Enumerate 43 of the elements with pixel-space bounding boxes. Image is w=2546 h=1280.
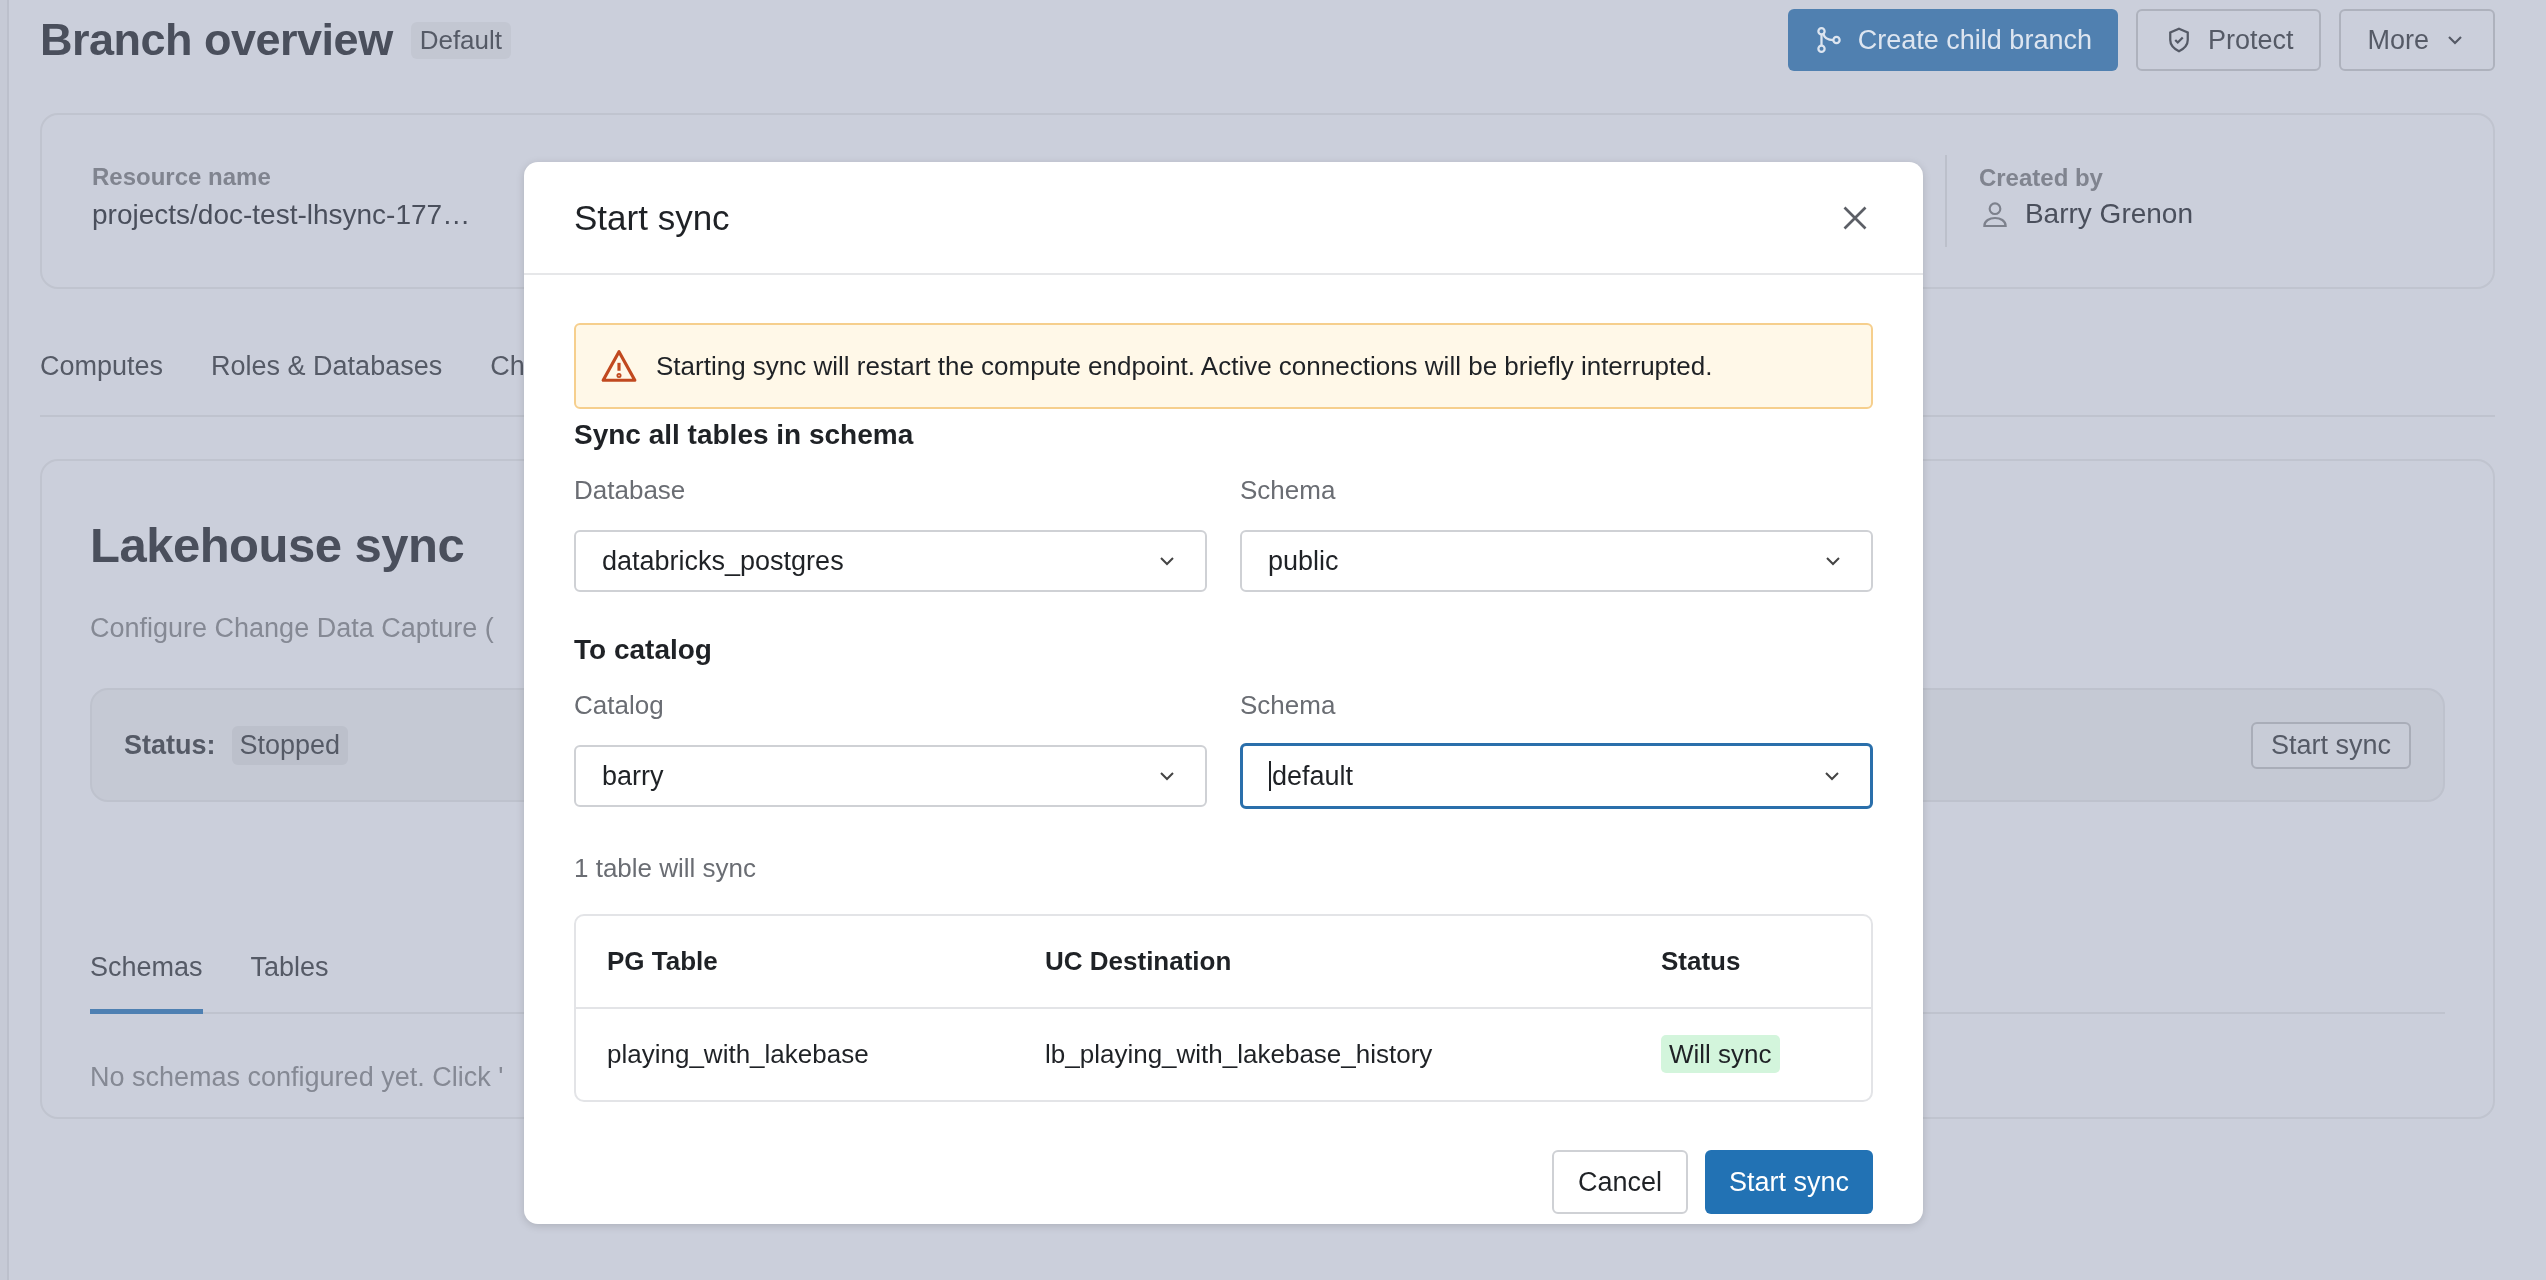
status-label: Status: <box>124 729 216 761</box>
select-field[interactable]: databricks_postgres <box>574 530 1207 592</box>
select-field[interactable]: barry <box>574 745 1207 807</box>
branch-badge: Default <box>410 21 512 59</box>
sync-count: 1 table will sync <box>574 853 758 884</box>
column-header: PG Table <box>607 946 719 977</box>
dialog-title: Start sync <box>574 197 730 238</box>
empty-message: No schemas configured yet. Click ' <box>90 1062 504 1093</box>
more-button[interactable]: More <box>2339 9 2495 71</box>
warning-text: Starting sync will restart the compute endpoint. Active connections will be briefly interrupted. <box>656 350 1713 382</box>
protect-button[interactable]: Protect <box>2135 9 2322 71</box>
select-field[interactable]: default <box>1240 743 1873 809</box>
creator-name: Barry Grenon <box>2024 198 2193 230</box>
page-title: Branch overview <box>40 14 393 66</box>
warning-icon <box>600 347 638 385</box>
table-cell-text: lb_playing_with_lakebase_history <box>1045 1039 1434 1070</box>
start-sync-button[interactable]: Start sync <box>2250 721 2411 769</box>
section-heading: Sync all tables in schema <box>574 419 915 451</box>
text-cursor <box>1269 761 1271 791</box>
cancel-button[interactable]: Cancel <box>1551 1150 1688 1214</box>
resource-label: Resource name <box>92 163 272 191</box>
field-label: Catalog <box>574 690 665 721</box>
status-badge: Will sync <box>1661 1035 1780 1073</box>
section-title: Lakehouse sync <box>90 517 465 573</box>
tab[interactable]: Ch <box>490 350 525 382</box>
field-label: Schema <box>1240 690 1337 721</box>
create-branch-button[interactable]: Create child branch <box>1787 9 2118 71</box>
start-sync-button[interactable]: Start sync <box>1704 1150 1873 1214</box>
field-label: Database <box>574 475 687 506</box>
tab[interactable]: Roles & Databases <box>211 350 443 382</box>
column-header: Status <box>1661 946 1742 977</box>
table-cell-text: playing_with_lakebase <box>607 1039 870 1070</box>
tab[interactable]: Computes <box>40 350 164 382</box>
section-description: Configure Change Data Capture ( <box>90 613 494 644</box>
section-heading: To catalog <box>574 634 713 666</box>
column-header: UC Destination <box>1045 946 1233 977</box>
field-label: Schema <box>1240 475 1337 506</box>
tab[interactable]: Schemas <box>90 952 203 1014</box>
select-field[interactable]: public <box>1240 530 1873 592</box>
tab[interactable]: Tables <box>250 952 329 1014</box>
status-badge: Stopped <box>231 725 349 765</box>
resource-value: projects/doc-test-lhsync-177… <box>92 199 471 231</box>
created-label: Created by <box>1978 164 2104 192</box>
